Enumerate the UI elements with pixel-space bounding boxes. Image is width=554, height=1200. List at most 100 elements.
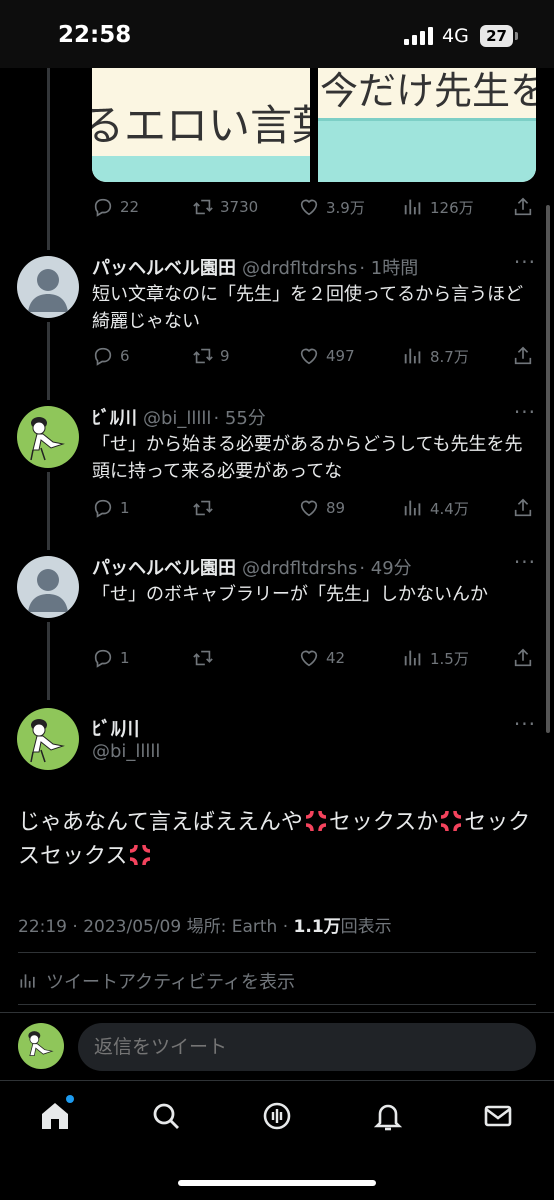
- user-handle[interactable]: @bi_lllll: [143, 408, 211, 429]
- reply-button[interactable]: 1: [92, 646, 130, 670]
- home-icon: [42, 1103, 68, 1129]
- avatar[interactable]: [17, 256, 79, 318]
- activity-label: ツイートアクティビティを表示: [46, 972, 295, 993]
- avatar[interactable]: [17, 406, 79, 468]
- like-button[interactable]: 42: [298, 646, 345, 670]
- share-icon: [514, 498, 532, 517]
- scrollbar[interactable]: [546, 205, 550, 733]
- home-indicator: [178, 1180, 376, 1186]
- my-avatar[interactable]: [18, 1023, 64, 1069]
- like-button[interactable]: 3.9万: [298, 195, 365, 219]
- anger-icon: [305, 810, 327, 832]
- main-display-name[interactable]: ﾋﾞﾙ川: [92, 714, 140, 741]
- avatar[interactable]: [17, 556, 79, 618]
- main-tweet-text: じゃあなんて言えばええんや セックスか セックスセックス: [18, 806, 538, 874]
- battery-nub: [515, 32, 518, 40]
- reply-input[interactable]: [78, 1023, 536, 1071]
- retweet-icon: [193, 500, 213, 516]
- tweet-actions: 1 42 1.5万: [92, 646, 536, 670]
- tweet-activity-link[interactable]: ツイートアクティビティを表示: [18, 968, 295, 994]
- network-type: 4G: [442, 25, 469, 47]
- tweet-media-right[interactable]: 今だけ先生を: [318, 68, 536, 182]
- display-name[interactable]: ﾋﾞﾙ川: [92, 408, 137, 429]
- retweet-count: 9: [220, 347, 230, 365]
- tab-notifications[interactable]: [371, 1099, 405, 1133]
- frog-avatar-icon: [28, 1031, 54, 1057]
- views-icon: [404, 199, 421, 215]
- divider: [18, 1004, 536, 1005]
- more-options-icon[interactable]: ···: [514, 712, 536, 736]
- anger-icon: [441, 810, 462, 832]
- retweet-button[interactable]: [192, 496, 220, 520]
- tweet-time: · 1時間: [359, 258, 419, 279]
- share-button[interactable]: [512, 496, 534, 520]
- divider: [18, 952, 536, 953]
- media-left-text: るエロい言葉: [92, 101, 310, 150]
- user-handle[interactable]: @drdfltdrshs: [242, 558, 357, 579]
- reply-count: 6: [120, 347, 130, 365]
- reply-button[interactable]: 1: [92, 496, 130, 520]
- like-button[interactable]: 497: [298, 344, 355, 368]
- main-text-part: セックスか: [328, 810, 439, 835]
- tweet-media-left[interactable]: るエロい言葉: [92, 68, 310, 182]
- tweet-header: ﾋﾞﾙ川 @bi_lllll · 55分: [92, 404, 266, 429]
- views-button[interactable]: 8.7万: [402, 344, 469, 368]
- reply-button[interactable]: 22: [92, 195, 139, 219]
- views-icon: [20, 974, 35, 988]
- display-name[interactable]: パッヘルベル園田: [92, 258, 236, 279]
- views-button[interactable]: 1.5万: [402, 646, 469, 670]
- display-name[interactable]: パッヘルベル園田: [92, 558, 236, 579]
- tab-search[interactable]: [149, 1099, 183, 1133]
- retweet-icon: [193, 650, 213, 666]
- signal-icon: [404, 27, 434, 45]
- thread-line: [47, 622, 50, 700]
- reply-bar: [0, 1012, 554, 1080]
- retweet-button[interactable]: 3730: [192, 195, 258, 219]
- views-count: 1.1万: [293, 917, 341, 937]
- tab-home[interactable]: [38, 1099, 72, 1133]
- bottom-tab-bar: [0, 1080, 554, 1200]
- tweet-text: 「せ」から始まる必要があるからどうしても先生を先頭に持って来る必要があってな: [92, 434, 523, 482]
- tweet-header: パッヘルベル園田 @drdfltdrshs · 1時間: [92, 254, 419, 279]
- reply-button[interactable]: 6: [92, 344, 130, 368]
- share-button[interactable]: [512, 646, 534, 670]
- retweet-button[interactable]: [192, 646, 220, 670]
- more-options-icon[interactable]: ···: [514, 400, 536, 424]
- views-label: 回表示: [340, 917, 392, 937]
- reply-icon: [94, 649, 112, 668]
- views-button[interactable]: 126万: [402, 195, 474, 219]
- retweet-button[interactable]: 9: [192, 344, 230, 368]
- avatar[interactable]: [17, 708, 79, 770]
- tweet-meta: 22:19 · 2023/05/09 場所: Earth · 1.1万回表示: [18, 912, 392, 937]
- views-button[interactable]: 4.4万: [402, 496, 469, 520]
- default-avatar-icon: [28, 269, 68, 312]
- reply-count: 1: [120, 649, 130, 667]
- tweet-timestamp: 22:19 · 2023/05/09 場所: Earth ·: [18, 917, 294, 937]
- tab-spaces[interactable]: [260, 1099, 294, 1133]
- share-button[interactable]: [512, 344, 534, 368]
- frog-avatar-icon: [30, 719, 65, 763]
- like-button[interactable]: 89: [298, 496, 345, 520]
- more-options-icon[interactable]: ···: [514, 550, 536, 574]
- more-options-icon[interactable]: ···: [514, 250, 536, 274]
- tweet-time: · 55分: [213, 408, 266, 429]
- like-count: 89: [326, 499, 346, 517]
- share-icon: [514, 346, 532, 365]
- share-button[interactable]: [512, 195, 534, 219]
- reply-count: 22: [120, 198, 140, 216]
- search-icon: [153, 1103, 179, 1129]
- reply-icon: [94, 347, 112, 366]
- main-user-handle[interactable]: @bi_lllll: [92, 741, 160, 762]
- retweet-icon: [193, 348, 213, 364]
- mail-icon: [484, 1105, 512, 1127]
- user-handle[interactable]: @drdfltdrshs: [242, 258, 357, 279]
- top-tweet-actions: 22 3730 3.9万 126万: [92, 195, 536, 219]
- views-count: 1.5万: [430, 649, 469, 668]
- heart-icon: [300, 348, 318, 365]
- tweet-time: · 49分: [359, 558, 412, 579]
- views-icon: [404, 348, 421, 364]
- views-icon: [404, 500, 421, 516]
- tab-messages[interactable]: [481, 1099, 515, 1133]
- views-count: 8.7万: [430, 347, 469, 366]
- status-bar: 22:58 4G 27: [0, 0, 554, 68]
